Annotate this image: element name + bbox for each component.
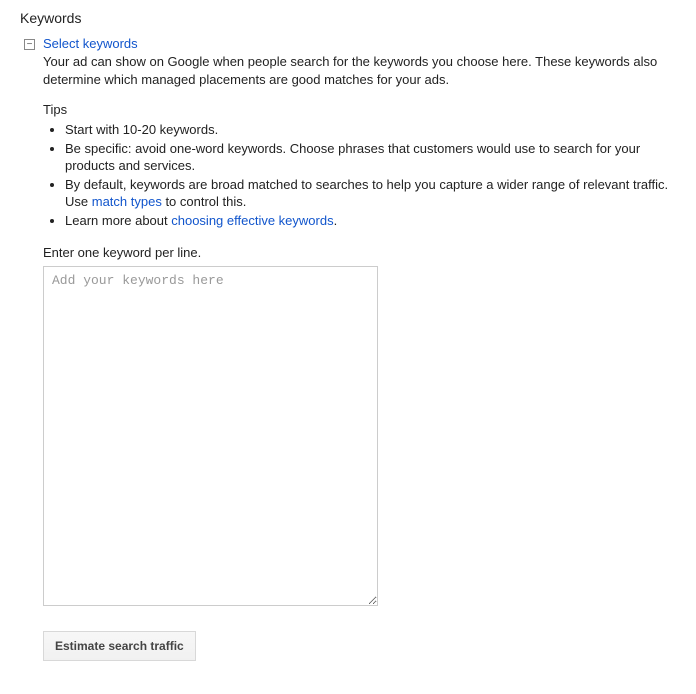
- page-title: Keywords: [20, 10, 676, 26]
- tip-text: Learn more about: [65, 213, 171, 228]
- keywords-textarea[interactable]: [43, 266, 378, 606]
- tips-list: Start with 10-20 keywords. Be specific: …: [43, 121, 676, 229]
- list-item: Start with 10-20 keywords.: [65, 121, 676, 139]
- list-item: Be specific: avoid one-word keywords. Ch…: [65, 140, 676, 175]
- keywords-section: Select keywords Your ad can show on Goog…: [24, 36, 676, 661]
- section-description: Your ad can show on Google when people s…: [43, 53, 676, 88]
- list-item: Learn more about choosing effective keyw…: [65, 212, 676, 230]
- keywords-input-label: Enter one keyword per line.: [43, 245, 676, 260]
- tips-heading: Tips: [43, 102, 676, 117]
- match-types-link[interactable]: match types: [92, 194, 162, 209]
- section-content: Select keywords Your ad can show on Goog…: [43, 36, 676, 661]
- tip-text: .: [334, 213, 338, 228]
- estimate-traffic-button[interactable]: Estimate search traffic: [43, 631, 196, 661]
- choosing-keywords-link[interactable]: choosing effective keywords: [171, 213, 333, 228]
- list-item: By default, keywords are broad matched t…: [65, 176, 676, 211]
- collapse-icon[interactable]: [24, 39, 35, 50]
- select-keywords-link[interactable]: Select keywords: [43, 36, 138, 51]
- tip-text: to control this.: [162, 194, 247, 209]
